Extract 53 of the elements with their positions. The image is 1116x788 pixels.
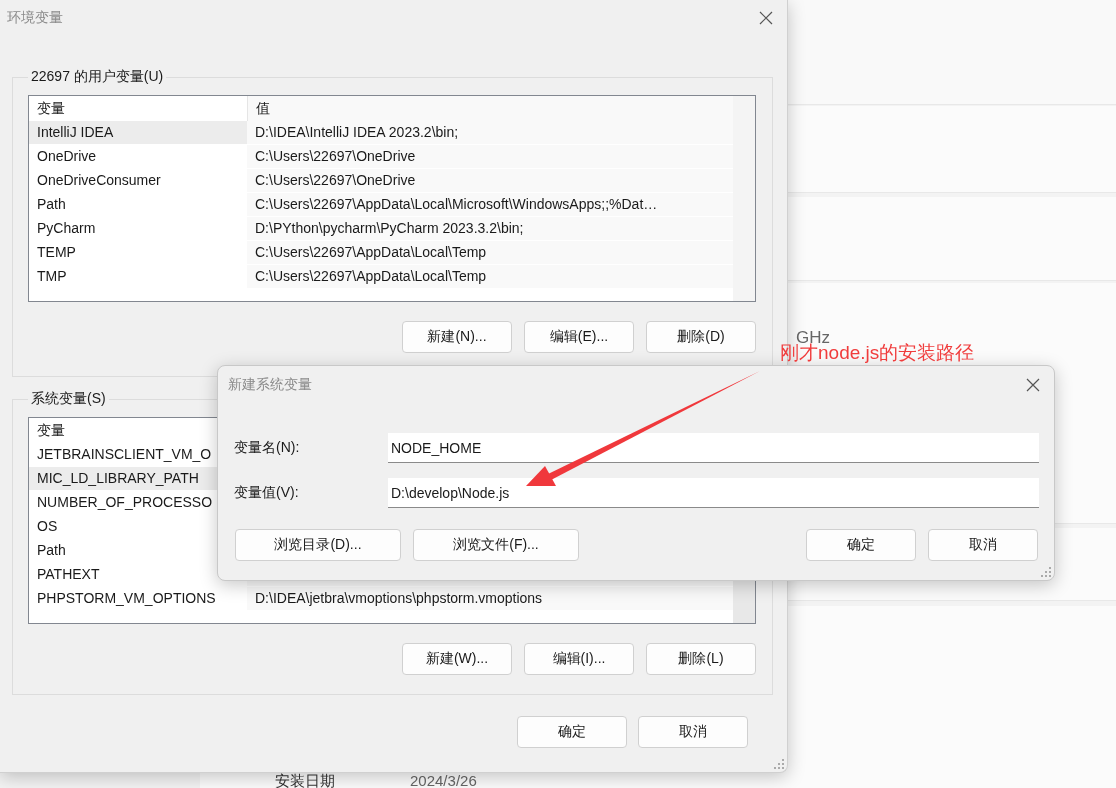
table-cell: D:\IDEA\IntelliJ IDEA 2023.2\bin;: [255, 124, 459, 140]
table-cell: Path: [37, 196, 66, 212]
info-value: 2024/3/26: [410, 773, 477, 788]
dialog-button[interactable]: 确定: [517, 716, 627, 748]
resize-grip-icon: [1041, 567, 1051, 577]
dialog-button[interactable]: 浏览目录(D)...: [235, 529, 401, 561]
dialog-button[interactable]: 编辑(E)...: [524, 321, 634, 353]
dialog-button[interactable]: 删除(D): [646, 321, 756, 353]
dialog-button[interactable]: 新建(W)...: [402, 643, 512, 675]
table-cell: Path: [37, 542, 66, 558]
table-cell: C:\Users\22697\AppData\Local\Microsoft\WindowsApps;;%Dat…: [255, 196, 658, 212]
table-cell: PHPSTORM_VM_OPTIONS: [37, 590, 216, 606]
table-cell: C:\Users\22697\AppData\Local\Temp: [255, 268, 487, 284]
field-label: 变量名(N):: [234, 439, 301, 457]
annotation-text: 刚才node.js的安装路径: [780, 342, 975, 365]
dialog-button[interactable]: 浏览文件(F)...: [413, 529, 579, 561]
close-icon[interactable]: [1026, 378, 1040, 392]
column-header: 变量: [36, 99, 66, 118]
window-title: 新建系统变量: [228, 376, 312, 394]
info-label: 安装日期: [275, 773, 335, 788]
dialog-button[interactable]: 取消: [638, 716, 748, 748]
table-cell: MIC_LD_LIBRARY_PATH: [37, 470, 199, 486]
table-cell: D:\PYthon\pycharm\PyCharm 2023.3.2\bin;: [255, 220, 524, 236]
close-icon[interactable]: [759, 10, 773, 25]
table-cell: JETBRAINSCLIENT_VM_O: [37, 446, 212, 462]
table-cell: C:\Users\22697\AppData\Local\Temp: [255, 244, 487, 260]
group-label: 系统变量(S): [30, 390, 107, 408]
table-cell: C:\Users\22697\OneDrive: [255, 148, 416, 164]
table-cell: OneDriveConsumer: [37, 172, 161, 188]
resize-grip-icon: [774, 759, 784, 769]
dialog-button[interactable]: 新建(N)...: [402, 321, 512, 353]
group-label: 22697 的用户变量(U): [30, 68, 165, 86]
dialog-button[interactable]: 取消: [928, 529, 1038, 561]
table-cell: OneDrive: [37, 148, 97, 164]
dialog-button[interactable]: 编辑(I)...: [524, 643, 634, 675]
dialog-button[interactable]: 确定: [806, 529, 916, 561]
table-cell: IntelliJ IDEA: [37, 124, 114, 140]
table-cell: D:\IDEA\jetbra\vmoptions\phpstorm.vmoptions: [255, 590, 543, 606]
table-cell: TEMP: [37, 244, 76, 260]
table-cell: C:\Users\22697\OneDrive: [255, 172, 416, 188]
table-cell: NUMBER_OF_PROCESSO: [37, 494, 213, 510]
input-field[interactable]: D:\develop\Node.js: [388, 478, 1039, 508]
input-field[interactable]: NODE_HOME: [388, 433, 1039, 463]
column-header: 变量: [36, 421, 66, 440]
list-row[interactable]: IntelliJ IDEA D:\IDEA\IntelliJ IDEA 2023.2\bin;: [29, 121, 733, 144]
dialog-button[interactable]: 删除(L): [646, 643, 756, 675]
table-cell: TMP: [37, 268, 67, 284]
table-cell: OS: [37, 518, 58, 534]
field-label: 变量值(V):: [234, 484, 300, 502]
table-cell: PATHEXT: [37, 566, 100, 582]
table-cell: PyCharm: [37, 220, 96, 236]
window-title: 环境变量: [7, 8, 63, 27]
column-header: 值: [247, 96, 733, 121]
